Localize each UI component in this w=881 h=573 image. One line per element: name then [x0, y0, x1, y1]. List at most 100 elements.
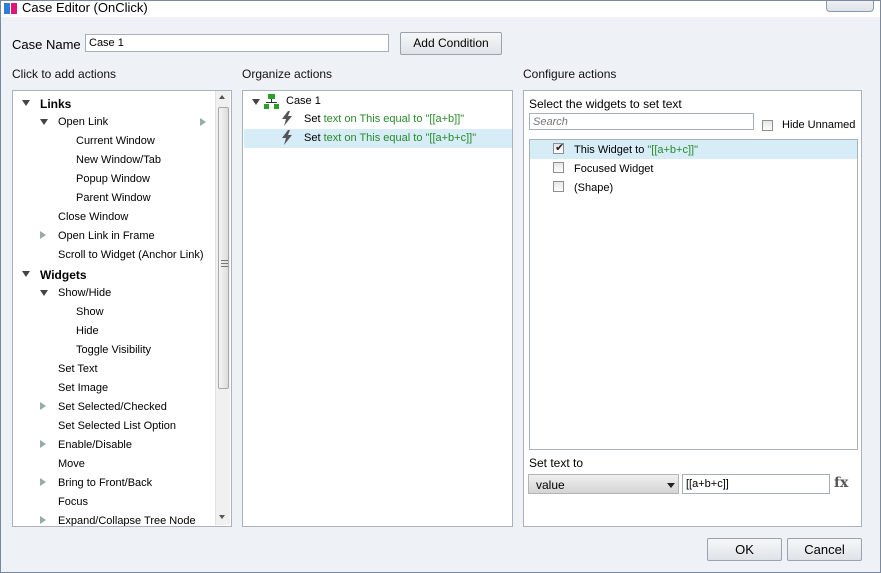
- action-tree-label: Set Text: [58, 363, 98, 375]
- action-tree-item[interactable]: Parent Window: [13, 189, 213, 208]
- action-tree-label: Popup Window: [76, 173, 150, 185]
- action-tree-label: Links: [40, 97, 72, 111]
- action-tree-item[interactable]: Enable/Disable: [13, 436, 213, 455]
- action-tree-item[interactable]: Set Image: [13, 379, 213, 398]
- widget-value: "[[a+b+c]]": [647, 144, 698, 156]
- action-tree-label: Move: [58, 458, 85, 470]
- action-tree-item[interactable]: Popup Window: [13, 170, 213, 189]
- action-row-selected[interactable]: Set text on This equal to "[[a+b+c]]": [281, 129, 511, 148]
- widget-row[interactable]: (Shape): [553, 178, 853, 197]
- action-tree-label: Current Window: [76, 135, 155, 147]
- configure-actions-panel: Select the widgets to set text Hide Unna…: [523, 90, 862, 527]
- action-tree-label: Set Selected/Checked: [58, 401, 167, 413]
- scroll-down-icon[interactable]: [219, 515, 225, 519]
- action-tree-item[interactable]: Show: [13, 303, 213, 322]
- submenu-arrow-icon: [200, 118, 206, 126]
- action-prefix: Set: [304, 113, 321, 125]
- action-tree-item[interactable]: Scroll to Widget (Anchor Link): [13, 246, 213, 265]
- case-name-input[interactable]: [85, 34, 389, 52]
- action-tree-item[interactable]: New Window/Tab: [13, 151, 213, 170]
- case-name-label: Case Name: [12, 37, 81, 52]
- lightning-icon: [282, 111, 292, 126]
- expand-case-icon[interactable]: [252, 99, 260, 105]
- hide-unnamed-checkbox[interactable]: [762, 120, 773, 131]
- widget-checkbox[interactable]: ✔: [553, 142, 565, 154]
- expand-arrow-icon[interactable]: [40, 440, 46, 448]
- chevron-down-icon: [667, 483, 675, 488]
- lightning-icon: [282, 130, 292, 145]
- cancel-button[interactable]: Cancel: [787, 538, 862, 561]
- text-value-input[interactable]: [682, 474, 830, 494]
- case-tree-icon: [264, 94, 279, 109]
- expand-arrow-icon[interactable]: [40, 516, 46, 524]
- action-tree-label: Hide: [76, 325, 99, 337]
- action-tree-item[interactable]: Links: [13, 94, 213, 113]
- expand-arrow-icon[interactable]: [40, 478, 46, 486]
- action-tree-item[interactable]: Focus: [13, 493, 213, 512]
- check-icon: ✔: [555, 142, 565, 154]
- grip-icon: [221, 260, 228, 267]
- close-button[interactable]: [826, 1, 874, 12]
- action-tree-item[interactable]: Move: [13, 455, 213, 474]
- action-tree-label: Show: [76, 306, 104, 318]
- action-tree-label: Toggle Visibility: [76, 344, 152, 356]
- action-tree-label: Widgets: [40, 268, 87, 282]
- case-label[interactable]: Case 1: [286, 95, 321, 107]
- action-tree-item[interactable]: Set Selected List Option: [13, 417, 213, 436]
- value-type-selected: value: [536, 478, 565, 492]
- action-tree-item[interactable]: Widgets: [13, 265, 213, 284]
- action-tree-item[interactable]: Show/Hide: [13, 284, 213, 303]
- action-tree-label: Scroll to Widget (Anchor Link): [58, 249, 204, 261]
- fx-button[interactable]: fx: [834, 475, 848, 491]
- action-tree-label: Open Link in Frame: [58, 230, 155, 242]
- widget-name: (Shape): [574, 182, 614, 194]
- widget-checkbox[interactable]: [553, 181, 564, 192]
- collapse-arrow-icon[interactable]: [22, 100, 30, 106]
- action-detail: text on This equal to "[[a+b]]": [323, 113, 465, 125]
- scrollbar-thumb[interactable]: [218, 107, 229, 389]
- action-tree-label: Close Window: [58, 211, 129, 223]
- actions-tree-scrollbar[interactable]: [215, 91, 230, 525]
- action-tree-item[interactable]: Close Window: [13, 208, 213, 227]
- middle-panel-header: Organize actions: [242, 67, 333, 81]
- action-tree-item[interactable]: Open Link: [13, 113, 213, 132]
- action-tree-label: Bring to Front/Back: [58, 477, 153, 489]
- action-tree-label: New Window/Tab: [76, 154, 161, 166]
- ok-button[interactable]: OK: [707, 538, 782, 561]
- action-tree-item[interactable]: Set Text: [13, 360, 213, 379]
- left-panel-header: Click to add actions: [12, 67, 117, 81]
- app-icon: [4, 2, 18, 15]
- value-type-select[interactable]: value: [528, 474, 679, 494]
- collapse-arrow-icon[interactable]: [22, 271, 30, 277]
- collapse-arrow-icon[interactable]: [40, 290, 48, 296]
- hide-unnamed-label: Hide Unnamed: [782, 119, 856, 131]
- action-tree-label: Set Selected List Option: [58, 420, 177, 432]
- title-bar[interactable]: Case Editor (OnClick): [1, 1, 880, 17]
- action-tree-label: Enable/Disable: [58, 439, 132, 451]
- action-tree-label: Open Link: [58, 116, 109, 128]
- right-panel-header: Configure actions: [523, 67, 617, 81]
- action-tree-item[interactable]: Current Window: [13, 132, 213, 151]
- collapse-arrow-icon[interactable]: [40, 119, 48, 125]
- action-tree-item[interactable]: Toggle Visibility: [13, 341, 213, 360]
- action-tree-item[interactable]: Set Selected/Checked: [13, 398, 213, 417]
- case-editor-window: Case Editor (OnClick) Case Name Add Cond…: [0, 0, 881, 573]
- widget-row[interactable]: ✔ This Widget to "[[a+b+c]]": [553, 140, 853, 159]
- action-row[interactable]: Set text on This equal to "[[a+b]]": [281, 110, 511, 129]
- select-widgets-label: Select the widgets to set text: [529, 97, 682, 111]
- widget-checkbox[interactable]: [553, 162, 564, 173]
- action-tree-item[interactable]: Open Link in Frame: [13, 227, 213, 246]
- actions-tree: Links Open Link Current Window New Window/T…: [12, 90, 232, 527]
- action-tree-label: Expand/Collapse Tree Node: [58, 515, 196, 527]
- set-text-to-label: Set text to: [529, 456, 584, 470]
- widget-search-input[interactable]: [529, 113, 754, 130]
- expand-arrow-icon[interactable]: [40, 231, 46, 239]
- action-tree-item[interactable]: Bring to Front/Back: [13, 474, 213, 493]
- expand-arrow-icon[interactable]: [40, 402, 46, 410]
- add-condition-button[interactable]: Add Condition: [400, 32, 502, 55]
- action-tree-item[interactable]: Expand/Collapse Tree Node: [13, 512, 213, 527]
- widget-row[interactable]: Focused Widget: [553, 159, 853, 178]
- scroll-up-icon[interactable]: [219, 95, 225, 99]
- organize-actions-panel: Case 1 Set text on This equal to "[[a+b]…: [242, 90, 513, 527]
- action-tree-item[interactable]: Hide: [13, 322, 213, 341]
